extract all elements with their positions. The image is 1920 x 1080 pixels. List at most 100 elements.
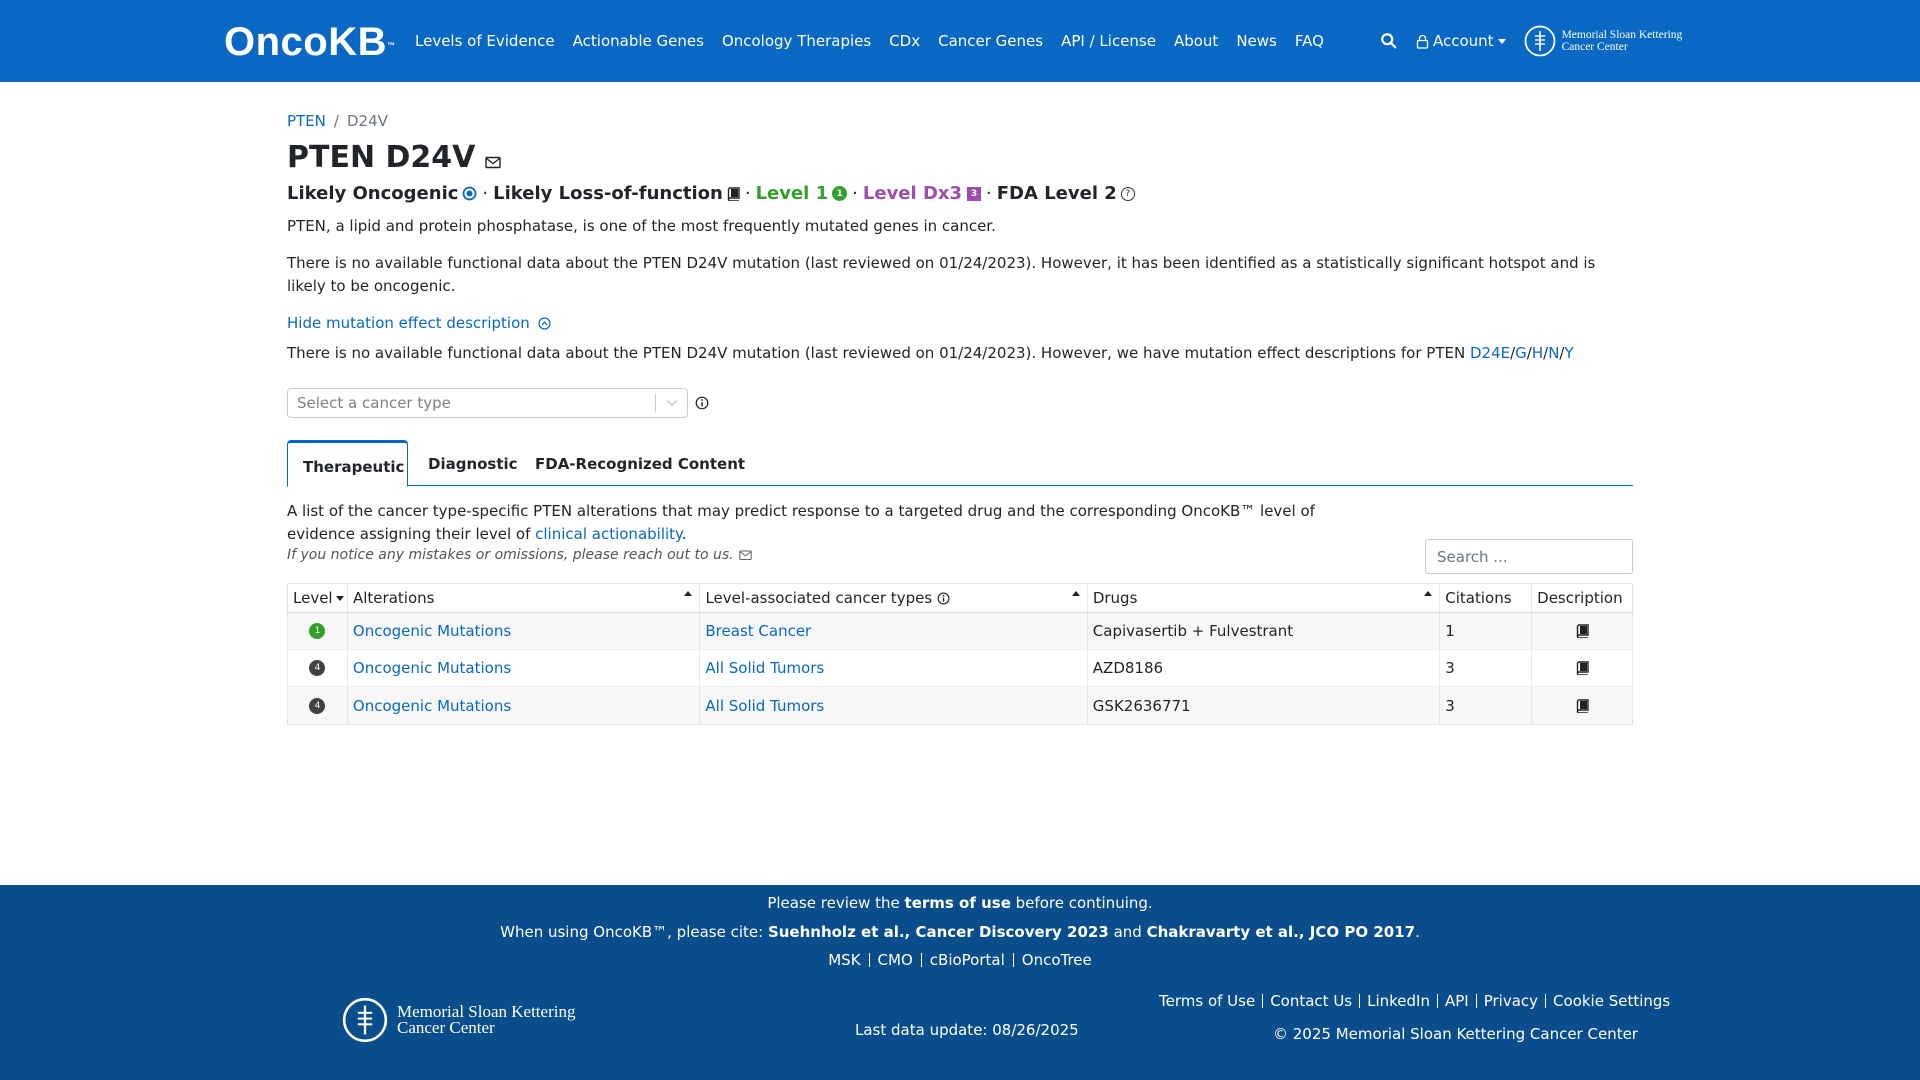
tab-bar: Therapeutic Diagnostic FDA-Recognized Co… <box>287 440 1633 487</box>
header-drugs[interactable]: Drugs <box>1088 584 1441 612</box>
mutation-effect-label: Likely Loss-of-function <box>493 183 723 204</box>
breadcrumb: PTEN / D24V <box>287 112 388 130</box>
alteration-link[interactable]: Oncogenic Mutations <box>353 697 511 715</box>
mail-icon[interactable] <box>738 549 752 561</box>
citation-link-2[interactable]: Chakravarty et al., JCO PO 2017 <box>1147 923 1416 941</box>
table-search-input[interactable] <box>1425 539 1633 574</box>
level-dx3-label[interactable]: Level Dx3 <box>863 183 962 204</box>
header-citations[interactable]: Citations <box>1440 584 1533 612</box>
table-row: 4 Oncogenic Mutations All Solid Tumors A… <box>288 650 1632 687</box>
footer-link-contact[interactable]: Contact Us <box>1263 994 1361 1009</box>
book-icon[interactable] <box>1576 624 1589 638</box>
sort-up-icon <box>1424 591 1433 596</box>
account-label: Account <box>1433 32 1494 50</box>
book-icon[interactable] <box>727 186 740 201</box>
therapeutic-table: Level Alterations Level-associated cance… <box>287 583 1633 725</box>
link-y[interactable]: Y <box>1564 344 1573 362</box>
drug-cell: Capivasertib + Fulvestrant <box>1088 613 1441 649</box>
level-icon: 4 <box>309 697 326 714</box>
feedback-note: If you notice any mistakes or omissions,… <box>287 547 752 563</box>
variant-summary: There is no available functional data ab… <box>287 254 1596 295</box>
level-dx3-icon: 3 <box>967 186 982 201</box>
terms-notice: Please review the terms of use before co… <box>767 894 1153 912</box>
sort-down-icon <box>335 595 344 601</box>
footer-msk-logo[interactable]: Memorial Sloan Kettering Cancer Center <box>342 995 575 1045</box>
copyright: © 2025 Memorial Sloan Kettering Cancer C… <box>1273 1025 1638 1043</box>
main-nav: Levels of Evidence Actionable Genes Onco… <box>406 0 1333 82</box>
footer-partner-links: MSK CMO cBioPortal OncoTree <box>820 953 1100 968</box>
footer-link-api[interactable]: API <box>1438 994 1477 1009</box>
chevron-down-icon <box>1497 38 1506 44</box>
lock-icon <box>1416 34 1429 49</box>
link-g[interactable]: G <box>1515 344 1527 362</box>
mutation-effect-toggle[interactable]: Hide mutation effect description <box>287 312 551 335</box>
nav-levels-of-evidence[interactable]: Levels of Evidence <box>406 32 564 50</box>
top-navbar: OncoKB™ Levels of Evidence Actionable Ge… <box>0 0 1920 82</box>
level-1-label[interactable]: Level 1 <box>756 183 829 204</box>
oncokb-logo[interactable]: OncoKB™ <box>224 20 396 64</box>
sort-up-icon <box>684 591 693 596</box>
clinical-actionability-link[interactable]: clinical actionability <box>535 525 682 543</box>
drug-cell: AZD8186 <box>1088 650 1441 686</box>
footer-link-msk[interactable]: MSK <box>820 953 870 968</box>
book-icon[interactable] <box>1576 661 1589 675</box>
header-cancer-types[interactable]: Level-associated cancer types <box>700 584 1088 612</box>
footer-link-linkedin[interactable]: LinkedIn <box>1360 994 1438 1009</box>
citations-cell[interactable]: 3 <box>1440 650 1533 686</box>
tab-therapeutic[interactable]: Therapeutic <box>287 440 408 487</box>
terms-of-use-link[interactable]: terms of use <box>905 894 1011 912</box>
citation-notice: When using OncoKB™, please cite: Suehnho… <box>500 923 1420 941</box>
citations-cell[interactable]: 3 <box>1440 687 1533 724</box>
book-icon[interactable] <box>1576 698 1589 713</box>
header-alterations[interactable]: Alterations <box>348 584 701 612</box>
cancer-type-select[interactable]: Select a cancer type <box>287 388 688 418</box>
search-icon[interactable] <box>1380 32 1398 50</box>
info-icon[interactable] <box>695 396 709 410</box>
nav-about[interactable]: About <box>1165 32 1227 50</box>
header-level[interactable]: Level <box>288 584 348 612</box>
nav-faq[interactable]: FAQ <box>1286 32 1333 50</box>
tab-fda-recognized-content[interactable]: FDA-Recognized Content <box>520 440 760 487</box>
breadcrumb-gene-link[interactable]: PTEN <box>287 112 326 130</box>
mail-icon[interactable] <box>485 156 502 169</box>
footer-link-terms[interactable]: Terms of Use <box>1152 994 1264 1009</box>
chevron-down-icon <box>655 394 687 412</box>
footer-legal-links: Terms of Use Contact Us LinkedIn API Pri… <box>1152 994 1677 1009</box>
last-data-update: Last data update: 08/26/2025 <box>855 1021 1079 1039</box>
msk-logo[interactable]: Memorial Sloan Kettering Cancer Center <box>1524 24 1682 58</box>
gene-summary: PTEN, a lipid and protein phosphatase, i… <box>287 217 996 235</box>
link-d24e[interactable]: D24E <box>1470 344 1510 362</box>
citation-link-1[interactable]: Suehnholz et al., Cancer Discovery 2023 <box>768 923 1109 941</box>
cancer-type-link[interactable]: Breast Cancer <box>705 622 811 640</box>
account-menu[interactable]: Account <box>1416 32 1506 50</box>
nav-news[interactable]: News <box>1227 32 1286 50</box>
footer-link-privacy[interactable]: Privacy <box>1477 994 1547 1009</box>
footer: Please review the terms of use before co… <box>0 885 1920 1080</box>
nav-cdx[interactable]: CDx <box>880 32 929 50</box>
cancer-type-link[interactable]: All Solid Tumors <box>705 659 824 677</box>
footer-link-cmo[interactable]: CMO <box>870 953 922 968</box>
nav-oncology-therapies[interactable]: Oncology Therapies <box>713 32 880 50</box>
alteration-link[interactable]: Oncogenic Mutations <box>353 622 511 640</box>
level-icon: 4 <box>309 660 326 676</box>
page-title: PTEN D24V <box>287 140 502 175</box>
info-icon[interactable] <box>937 592 950 605</box>
nav-cancer-genes[interactable]: Cancer Genes <box>929 32 1052 50</box>
tab-diagnostic[interactable]: Diagnostic <box>413 440 533 487</box>
cancer-type-link[interactable]: All Solid Tumors <box>705 697 824 715</box>
footer-link-oncotree[interactable]: OncoTree <box>1014 953 1100 968</box>
level-icon: 1 <box>309 623 326 639</box>
nav-actionable-genes[interactable]: Actionable Genes <box>564 32 713 50</box>
table-row: 4 Oncogenic Mutations All Solid Tumors G… <box>288 687 1632 724</box>
header-description: Description <box>1537 589 1623 607</box>
footer-link-cookie-settings[interactable]: Cookie Settings <box>1546 994 1677 1009</box>
question-circle-icon[interactable]: ? <box>1120 186 1135 201</box>
alteration-link[interactable]: Oncogenic Mutations <box>353 659 511 677</box>
tab-description: A list of the cancer type-specific PTEN … <box>287 502 1315 543</box>
nav-api-license[interactable]: API / License <box>1052 32 1165 50</box>
link-n[interactable]: N <box>1548 344 1559 362</box>
footer-link-cbioportal[interactable]: cBioPortal <box>922 953 1014 968</box>
citations-cell[interactable]: 1 <box>1440 613 1533 649</box>
link-h[interactable]: H <box>1532 344 1543 362</box>
fda-level-label: FDA Level 2 <box>996 183 1117 204</box>
